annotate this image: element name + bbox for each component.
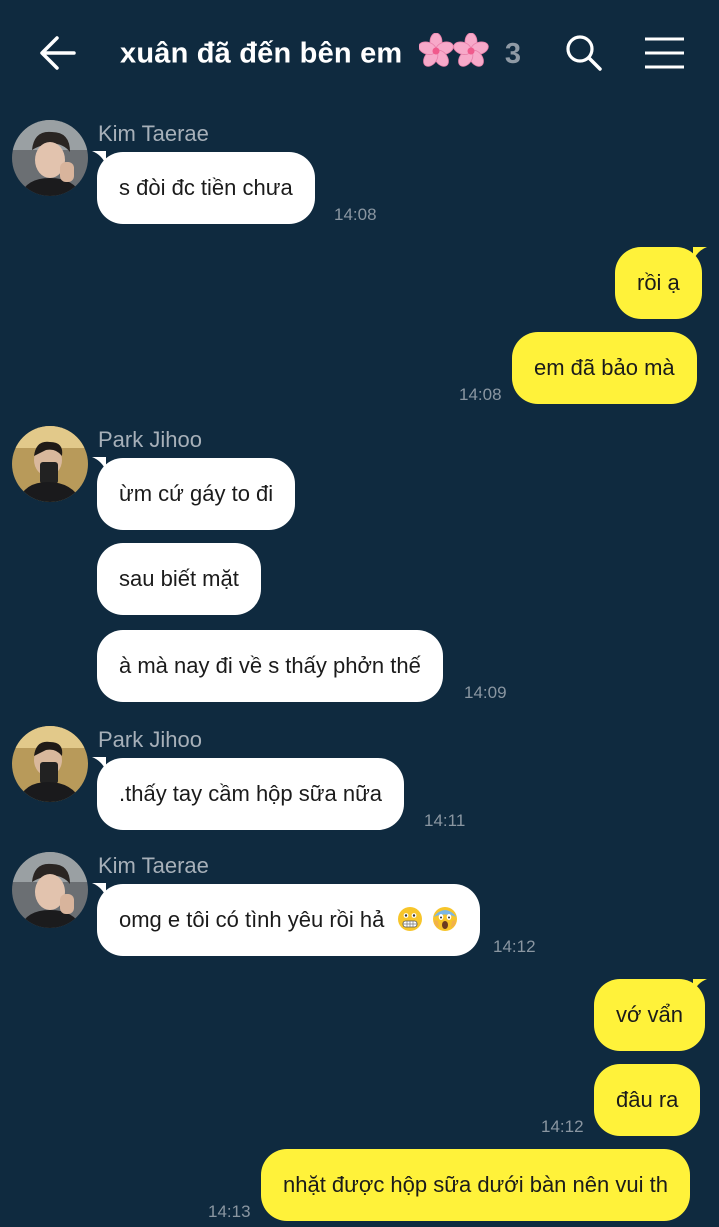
chat-title-text: xuân đã đến bên em <box>120 37 403 70</box>
message-bubble[interactable]: sau biết mặt <box>97 543 261 615</box>
chat-title: xuân đã đến bên em 3 <box>120 32 522 77</box>
sender-name: Park Jihoo <box>98 727 202 752</box>
cherry-blossom-icon <box>417 32 489 67</box>
grimacing-face-emoji <box>397 907 422 931</box>
message-bubble[interactable]: à mà nay đi về s thấy phởn thế <box>97 630 443 702</box>
message-time: 14:12 <box>541 1117 584 1136</box>
message-bubble[interactable]: omg e tôi có tình yêu rồi hả <box>97 884 480 956</box>
message-time: 14:13 <box>208 1202 251 1221</box>
message-text: omg e tôi có tình yêu rồi hả <box>119 907 385 932</box>
message-bubble[interactable]: em đã bảo mà <box>512 332 697 404</box>
screaming-face-emoji <box>432 907 457 931</box>
hamburger-menu-icon[interactable] <box>644 36 685 70</box>
message-time: 14:09 <box>464 683 507 702</box>
message-bubble[interactable]: vớ vẩn <box>594 979 706 1051</box>
message-bubble[interactable]: s đòi đc tiền chưa <box>97 152 315 224</box>
message-time: 14:08 <box>459 385 502 404</box>
message-bubble[interactable]: ừm cứ gáy to đi <box>97 458 296 530</box>
avatar-park-jihoo[interactable] <box>12 726 88 802</box>
cherry-blossom-icons <box>417 32 489 77</box>
sender-name: Park Jihoo <box>98 427 202 452</box>
message-time: 14:08 <box>334 205 377 224</box>
back-arrow-icon[interactable] <box>38 34 78 72</box>
sender-name: Kim Taerae <box>98 121 209 146</box>
chat-header: xuân đã đến bên em 3 <box>0 0 719 105</box>
message-time: 14:12 <box>493 937 536 956</box>
avatar-kim-taerae[interactable] <box>12 852 88 928</box>
message-bubble[interactable]: nhặt được hộp sữa dưới bàn nên vui th <box>261 1149 690 1221</box>
message-time: 14:11 <box>424 811 466 830</box>
message-bubble[interactable]: rồi ạ <box>615 247 702 319</box>
avatar-kim-taerae[interactable] <box>12 120 88 196</box>
avatar-park-jihoo[interactable] <box>12 426 88 502</box>
message-bubble[interactable]: đâu ra <box>594 1064 701 1136</box>
member-count: 3 <box>504 37 522 70</box>
message-bubble[interactable]: .thấy tay cầm hộp sữa nữa <box>97 758 405 830</box>
sender-name: Kim Taerae <box>98 853 209 878</box>
search-icon[interactable] <box>565 34 603 72</box>
